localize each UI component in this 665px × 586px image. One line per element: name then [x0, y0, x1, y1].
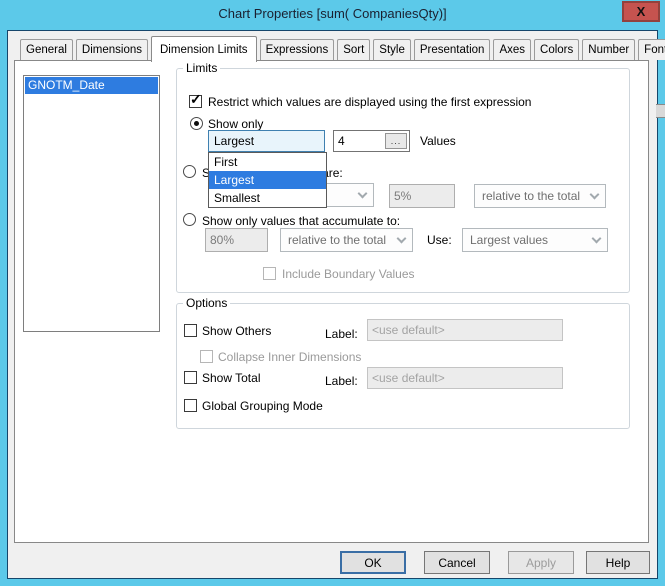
tab-axes[interactable]: Axes	[493, 39, 532, 60]
dropdown-option-largest[interactable]: Largest	[209, 171, 326, 189]
use-value: Largest values	[470, 233, 549, 247]
accumulate-radio[interactable]	[183, 213, 196, 226]
global-grouping-label[interactable]: Global Grouping Mode	[202, 399, 323, 413]
values-count-value: 4	[338, 134, 345, 148]
accumulate-percent-value: 80%	[210, 233, 235, 247]
others-label-value: <use default>	[372, 323, 445, 337]
tab-expressions[interactable]: Expressions	[259, 39, 335, 60]
show-only-mode-value: Largest	[214, 134, 255, 148]
accumulate-relative-value: relative to the total	[288, 233, 387, 247]
limits-groupbox-title: Limits	[183, 61, 221, 75]
tab-style[interactable]: Style	[373, 39, 411, 60]
options-groupbox-title: Options	[183, 296, 231, 310]
chevron-down-icon	[390, 233, 412, 244]
dropdown-option-first[interactable]: First	[209, 153, 326, 171]
chevron-down-icon	[351, 188, 373, 199]
show-only-radio[interactable]	[190, 117, 203, 130]
use-label: Use:	[427, 233, 452, 247]
chevron-down-icon	[585, 233, 607, 244]
row2-relative-dropdown: relative to the total	[474, 184, 606, 208]
show-total-label[interactable]: Show Total	[202, 371, 260, 385]
ok-button[interactable]: OK	[340, 551, 406, 574]
close-icon: X	[636, 4, 646, 19]
collapse-inner-dimensions-label: Collapse Inner Dimensions	[218, 350, 362, 364]
total-label-caption: Label:	[325, 374, 358, 388]
accumulate-percent-input: 80%	[205, 228, 268, 252]
row2-percent-input: 5%	[389, 184, 455, 208]
tab-font[interactable]: Font	[638, 39, 665, 60]
show-only-label[interactable]: Show only	[208, 117, 263, 131]
accumulate-relative-dropdown: relative to the total	[280, 228, 413, 252]
dialog-title: Chart Properties [sum( CompaniesQty)]	[218, 6, 447, 21]
values-label: Values	[420, 134, 456, 148]
restrict-values-label[interactable]: Restrict which values are displayed usin…	[208, 95, 531, 109]
list-item[interactable]: GNOTM_Date	[25, 77, 158, 94]
show-only-values-that-are-radio[interactable]	[183, 165, 196, 178]
restrict-values-checkbox[interactable]: ✓	[189, 91, 202, 108]
use-dropdown: Largest values	[462, 228, 608, 252]
others-label-caption: Label:	[325, 327, 358, 341]
values-count-input[interactable]: 4 ...	[333, 130, 410, 152]
collapse-inner-dimensions-checkbox	[200, 350, 213, 363]
ellipsis-icon: ...	[390, 136, 402, 146]
ellipsis-button[interactable]: ...	[385, 133, 407, 149]
mode-dropdown-open-list: First Largest Smallest	[208, 152, 327, 208]
tab-sort[interactable]: Sort	[337, 39, 371, 60]
cancel-button[interactable]: Cancel	[424, 551, 490, 574]
tab-presentation[interactable]: Presentation	[413, 39, 491, 60]
background-window-artifact	[656, 104, 665, 118]
tab-number[interactable]: Number	[582, 39, 636, 60]
row2-relative-value: relative to the total	[482, 189, 581, 203]
help-button[interactable]: Help	[586, 551, 650, 574]
include-boundary-checkbox	[263, 267, 276, 280]
tab-colors[interactable]: Colors	[534, 39, 580, 60]
show-total-checkbox[interactable]	[184, 371, 197, 384]
chevron-down-icon	[583, 189, 605, 200]
include-boundary-label: Include Boundary Values	[282, 267, 415, 281]
apply-button: Apply	[508, 551, 574, 574]
total-label-value: <use default>	[372, 371, 445, 385]
global-grouping-checkbox[interactable]	[184, 399, 197, 412]
dimension-listbox[interactable]: GNOTM_Date	[23, 75, 160, 332]
others-label-input: <use default>	[367, 319, 563, 341]
total-label-input: <use default>	[367, 367, 563, 389]
chart-properties-dialog: Chart Properties [sum( CompaniesQty)] X …	[0, 0, 665, 586]
show-others-label[interactable]: Show Others	[202, 324, 271, 338]
close-button[interactable]: X	[622, 1, 660, 22]
row2-percent-value: 5%	[394, 189, 412, 203]
show-only-mode-dropdown[interactable]: Largest	[208, 130, 325, 152]
accumulate-label[interactable]: Show only values that accumulate to:	[202, 214, 400, 228]
tab-dimension-limits[interactable]: Dimension Limits	[151, 36, 257, 62]
tab-general[interactable]: General	[20, 39, 73, 60]
tab-bar: General Dimensions Dimension Limits Expr…	[20, 36, 665, 62]
dropdown-option-smallest[interactable]: Smallest	[209, 189, 326, 207]
tab-dimensions[interactable]: Dimensions	[75, 39, 148, 60]
check-icon: ✓	[190, 91, 202, 107]
show-others-checkbox[interactable]	[184, 324, 197, 337]
